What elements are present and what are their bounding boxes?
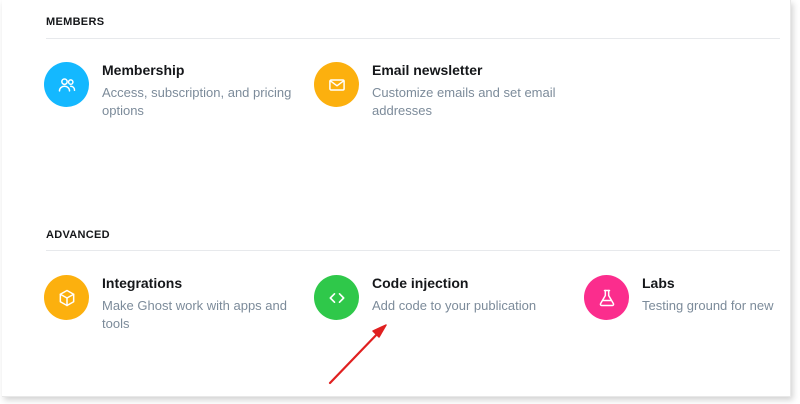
email-newsletter-title: Email newsletter — [372, 62, 483, 78]
code-icon — [314, 275, 359, 320]
membership-item[interactable]: Membership Access, subscription, and pri… — [44, 62, 294, 132]
email-newsletter-item[interactable]: Email newsletter Customize emails and se… — [314, 62, 564, 132]
flask-icon — [584, 275, 629, 320]
labs-item[interactable]: Labs Testing ground for new — [584, 275, 788, 345]
membership-description: Access, subscription, and pricing option… — [102, 85, 292, 118]
settings-panel: MEMBERS Membership Access, subscription,… — [2, 0, 791, 397]
envelope-icon — [314, 62, 359, 107]
code-injection-item[interactable]: Code injection Add code to your publicat… — [314, 275, 564, 345]
box-icon — [44, 275, 89, 320]
integrations-item[interactable]: Integrations Make Ghost work with apps a… — [44, 275, 294, 345]
labs-title: Labs — [642, 275, 675, 291]
email-newsletter-description: Customize emails and set email addresses — [372, 85, 556, 118]
labs-description: Testing ground for new — [642, 298, 774, 313]
advanced-divider — [46, 250, 780, 251]
membership-title: Membership — [102, 62, 185, 78]
members-section-title: MEMBERS — [46, 16, 105, 28]
integrations-description: Make Ghost work with apps and tools — [102, 298, 287, 331]
members-divider — [46, 38, 780, 39]
advanced-section-title: ADVANCED — [46, 229, 110, 241]
code-injection-description: Add code to your publication — [372, 298, 537, 313]
code-injection-title: Code injection — [372, 275, 469, 291]
members-icon — [44, 62, 89, 107]
integrations-title: Integrations — [102, 275, 183, 291]
